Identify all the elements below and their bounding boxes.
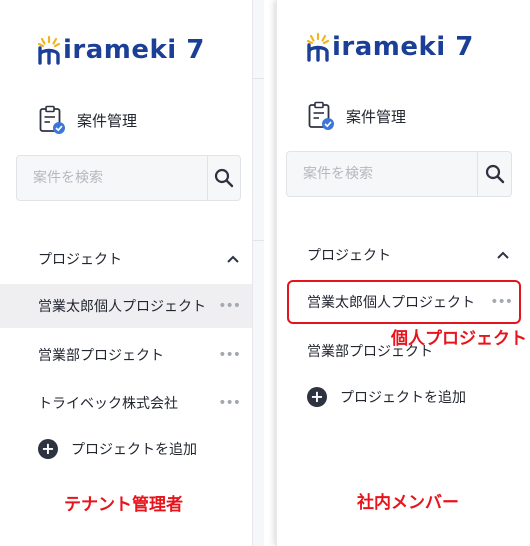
case-management-label: 案件管理 (77, 111, 138, 130)
project-section-label: プロジェクト (307, 248, 391, 264)
project-item-label: 営業部プロジェクト (38, 348, 164, 364)
add-project-label: プロジェクトを追加 (340, 390, 466, 406)
member-caption: 社内メンバー (357, 493, 459, 513)
project-item-label: トライベック株式会社 (38, 396, 178, 412)
case-management-link[interactable]: 案件管理 (38, 105, 137, 135)
logo-text: irameki 7 (63, 35, 205, 65)
hirameki-logo: irameki 7 (305, 30, 474, 64)
clipboard-check-icon (308, 101, 334, 130)
more-options-icon[interactable]: ••• (218, 347, 241, 363)
case-management-link[interactable]: 案件管理 (307, 101, 406, 131)
project-item-eigyo-taro[interactable]: 営業太郎個人プロジェクト ••• (0, 284, 252, 328)
case-management-label: 案件管理 (346, 107, 407, 126)
project-section-header[interactable]: プロジェクト (307, 245, 510, 265)
more-options-icon[interactable]: ••• (218, 395, 241, 411)
chevron-up-icon[interactable] (496, 250, 510, 260)
hirameki-logo: irameki 7 (36, 33, 205, 67)
project-item-eigyobu[interactable]: 営業部プロジェクト ••• (0, 333, 252, 377)
personal-project-caption: 個人プロジェクト (391, 329, 527, 349)
more-options-icon[interactable]: ••• (218, 298, 241, 314)
project-item-tribeck[interactable]: トライベック株式会社 ••• (0, 381, 252, 425)
tenant-admin-caption: テナント管理者 (64, 495, 183, 515)
add-project-button[interactable]: + プロジェクトを追加 (38, 439, 197, 459)
chevron-up-icon[interactable] (226, 254, 240, 264)
add-project-button[interactable]: + プロジェクトを追加 (307, 387, 466, 407)
case-search-input[interactable] (17, 156, 207, 200)
search-button[interactable] (207, 156, 240, 200)
project-section-header[interactable]: プロジェクト (38, 249, 240, 269)
logo-h-icon (306, 32, 330, 62)
case-search-input[interactable] (287, 152, 477, 196)
search-icon (485, 164, 504, 184)
case-search-box (286, 151, 512, 197)
add-circle-icon: + (38, 439, 58, 459)
project-item-label: 営業太郎個人プロジェクト (38, 299, 206, 315)
tenant-admin-sidebar: irameki 7 案件管理 プロジェクト 営業太郎個人プロジェクト ••• (0, 0, 264, 546)
search-button[interactable] (477, 152, 511, 196)
case-search-box (16, 155, 241, 201)
gap (264, 0, 276, 546)
project-section-label: プロジェクト (38, 252, 122, 268)
logo-h-icon (37, 35, 61, 65)
logo-text: irameki 7 (332, 32, 474, 62)
search-icon (214, 168, 234, 188)
add-circle-icon: + (307, 387, 327, 407)
clipboard-check-icon (39, 105, 65, 134)
member-sidebar: irameki 7 案件管理 プロジェクト 営業太郎個人プロジェクト ••• (276, 0, 530, 546)
personal-project-highlight (287, 280, 521, 324)
add-project-label: プロジェクトを追加 (71, 442, 197, 458)
